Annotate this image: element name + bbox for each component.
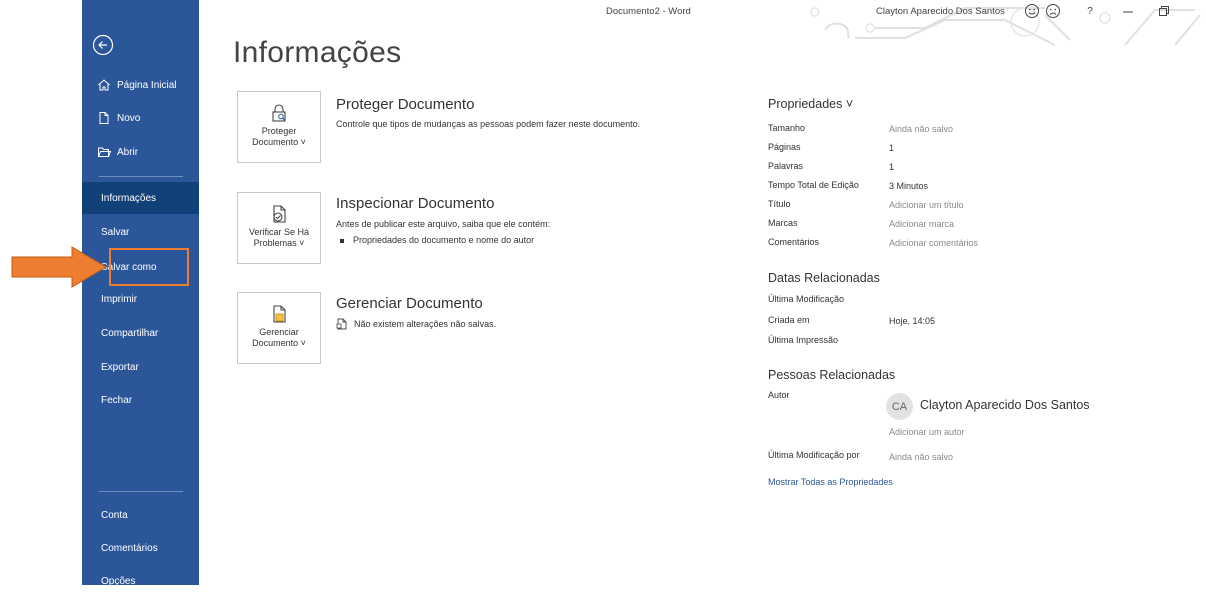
open-folder-icon xyxy=(98,147,111,157)
bullet-item: Propriedades do documento e nome do auto… xyxy=(340,235,534,245)
sidebar-item-label: Fechar xyxy=(101,394,133,406)
prop-value: 1 xyxy=(889,162,895,172)
prop-label: Última Impressão xyxy=(768,335,839,345)
frown-feedback-icon[interactable] xyxy=(1045,2,1061,20)
tile-label-line2: Documento ˅ xyxy=(252,338,306,348)
sidebar-item-label: Abrir xyxy=(117,146,139,158)
add-author-field[interactable]: Adicionar um autor xyxy=(889,427,965,437)
check-issues-button[interactable]: Verificar Se Há Problemas ˅ xyxy=(237,192,321,264)
protect-document-button[interactable]: Proteger Documento ˅ xyxy=(237,91,321,163)
highlight-box xyxy=(109,248,189,286)
prop-label: Última Modificação xyxy=(768,294,845,304)
sidebar-item-conta[interactable]: Conta xyxy=(82,499,199,531)
window-title: Documento2 - Word xyxy=(606,6,691,17)
comments-field[interactable]: Adicionar comentários xyxy=(889,238,978,248)
section-title: Proteger Documento xyxy=(336,96,475,113)
prop-label: Tamanho xyxy=(768,123,806,133)
sidebar-item-fechar[interactable]: Fechar xyxy=(82,384,199,416)
section-description: Controle que tipos de mudanças as pessoa… xyxy=(336,119,641,129)
sidebar-item-label: Comentários xyxy=(101,542,158,554)
restore-icon[interactable] xyxy=(1156,2,1172,20)
manage-document-button[interactable]: Gerenciar Documento ˅ xyxy=(237,292,321,364)
tags-field[interactable]: Adicionar marca xyxy=(889,219,954,229)
prop-value: Ainda não salvo xyxy=(889,452,954,462)
back-arrow-icon[interactable] xyxy=(92,34,114,56)
prop-label: Comentários xyxy=(768,237,820,247)
sidebar-item-label: Imprimir xyxy=(101,293,138,305)
smile-feedback-icon[interactable] xyxy=(1024,2,1040,20)
minimize-icon[interactable] xyxy=(1120,2,1136,20)
prop-label: Autor xyxy=(768,390,790,400)
sidebar-item-opcoes[interactable]: Opções xyxy=(82,565,199,597)
lock-icon xyxy=(272,104,286,122)
section-title: Inspecionar Documento xyxy=(336,195,495,212)
sidebar-item-exportar[interactable]: Exportar xyxy=(82,351,199,383)
sidebar-item-label: Conta xyxy=(101,509,128,521)
tile-label-line1: Verificar Se Há xyxy=(248,227,310,237)
properties-heading[interactable]: Propriedades ˅ xyxy=(768,97,853,111)
title-field[interactable]: Adicionar um título xyxy=(889,200,964,210)
pointer-arrow-icon xyxy=(11,246,107,288)
document-icon xyxy=(336,318,347,330)
author-name[interactable]: Clayton Aparecido Dos Santos xyxy=(920,398,1090,412)
prop-label: Palavras xyxy=(768,161,804,171)
prop-value: Ainda não salvo xyxy=(889,124,954,134)
sidebar-item-label: Página Inicial xyxy=(117,79,177,91)
tile-label-line1: Gerenciar xyxy=(259,327,299,337)
tile-label-line1: Proteger xyxy=(261,126,297,136)
sidebar-divider xyxy=(99,491,183,492)
prop-label: Criada em xyxy=(768,315,810,325)
prop-label: Tempo Total de Edição xyxy=(768,180,859,190)
help-button[interactable]: ? xyxy=(1084,2,1096,20)
prop-value: Hoje, 14:05 xyxy=(889,316,936,326)
section-description: Não existem alterações não salvas. xyxy=(354,319,497,329)
avatar: CA xyxy=(886,393,913,420)
sidebar-item-label: Exportar xyxy=(101,361,139,373)
prop-label: Páginas xyxy=(768,142,801,152)
section-description: Antes de publicar este arquivo, saiba qu… xyxy=(336,219,551,229)
tile-label-line2: Problemas ˅ xyxy=(253,238,305,248)
sidebar-item-salvar[interactable]: Salvar xyxy=(82,216,199,248)
sidebar-divider xyxy=(99,176,183,177)
related-people-heading: Pessoas Relacionadas xyxy=(768,368,896,382)
sidebar-item-label: Salvar xyxy=(101,226,130,238)
tile-label-line2: Documento ˅ xyxy=(252,137,306,147)
prop-label: Marcas xyxy=(768,218,798,228)
user-name[interactable]: Clayton Aparecido Dos Santos xyxy=(876,6,1005,17)
show-all-properties-link[interactable]: Mostrar Todas as Propriedades xyxy=(768,477,893,487)
prop-label: Título xyxy=(768,199,791,209)
sidebar-item-informacoes[interactable]: Informações xyxy=(82,182,199,214)
sidebar-item-new[interactable]: Novo xyxy=(82,102,199,134)
sidebar-item-label: Informações xyxy=(101,192,157,204)
page-title: Informações xyxy=(233,36,402,69)
backstage-sidebar: Página Inicial Novo Abrir Informações Sa… xyxy=(82,0,199,587)
section-title: Gerenciar Documento xyxy=(336,295,483,312)
sidebar-item-label: Novo xyxy=(117,112,141,124)
prop-value: 3 Minutos xyxy=(889,181,929,191)
home-icon xyxy=(98,79,110,91)
new-document-icon xyxy=(99,112,109,124)
sidebar-item-comentarios[interactable]: Comentários xyxy=(82,532,199,564)
inspect-document-icon xyxy=(273,205,286,223)
sidebar-item-open[interactable]: Abrir xyxy=(82,136,199,168)
sidebar-item-compartilhar[interactable]: Compartilhar xyxy=(82,317,199,349)
manage-document-icon xyxy=(273,305,286,323)
prop-label: Última Modificação por xyxy=(768,450,860,460)
sidebar-item-label: Compartilhar xyxy=(101,327,159,339)
related-dates-heading: Datas Relacionadas xyxy=(768,271,880,285)
sidebar-item-home[interactable]: Página Inicial xyxy=(82,69,199,101)
prop-value: 1 xyxy=(889,143,895,153)
